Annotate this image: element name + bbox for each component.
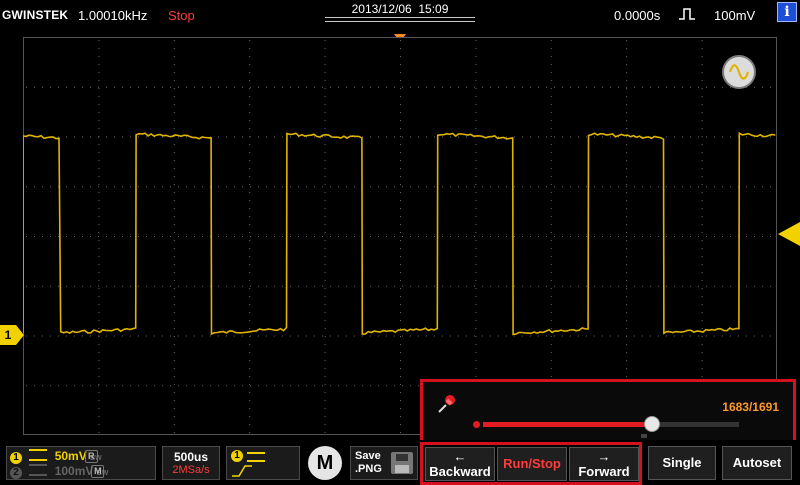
channel-1-scale: 50mV [54,449,87,463]
graticule [23,37,777,435]
rising-edge-icon [232,465,252,477]
slider-start-dot [473,421,480,428]
timebase-panel[interactable]: 500us 2MSa/s [162,446,220,480]
memory-bar [325,17,475,22]
run-stop-button[interactable]: Run/Stop [497,447,567,481]
status-bar: GWINSTEK 1.00010kHz Stop 2013/12/06 15:0… [0,0,800,32]
ref-icon[interactable]: R [84,450,98,463]
trigger-source-badge: 1 [231,450,243,462]
channel-1-trace [23,131,776,336]
svg-text:1: 1 [5,328,12,342]
playback-slider-fill [483,422,652,427]
save-label: Save [355,450,381,462]
date-time: 2013/12/06 15:09 [325,2,475,22]
playback-panel: 1683/1691 [420,379,796,445]
brand-logo: GWINSTEK [2,8,69,22]
single-button[interactable]: Single [648,446,716,480]
horizontal-position-readout: 0.0000s [614,8,661,23]
arrow-left-icon: ← [453,449,467,464]
playback-slider-track[interactable] [483,422,739,427]
backward-label: Backward [429,464,491,479]
dc-coupling-icon [247,452,265,462]
waveform-menu-button[interactable] [722,55,756,89]
sample-rate: 2MSa/s [172,464,210,476]
frequency-readout: 1.00010kHz [78,8,148,23]
dc-coupling-icon [29,449,48,461]
channel-1-row[interactable]: 1 50mV BW R [10,449,102,465]
timebase-scale: 500us [173,450,209,464]
backward-button[interactable]: ← Backward [425,447,495,481]
math-icon[interactable]: M [91,465,105,478]
playback-nav-group: ← Backward Run/Stop → Forward [420,442,642,485]
channel-1-badge: 1 [10,452,22,464]
trigger-level-marker[interactable] [776,222,800,246]
date: 2013/12/06 [351,2,412,16]
info-button[interactable]: i [777,2,797,22]
channel-2-row[interactable]: 2 100mV BW M [10,464,108,480]
playback-slider-thumb[interactable] [644,416,661,432]
channel-1-ground-marker[interactable]: 1 [0,325,26,345]
forward-button[interactable]: → Forward [569,447,639,481]
channel-settings-panel[interactable]: 1 50mV BW R 2 100mV BW M [6,446,156,480]
waveform-display[interactable] [23,37,777,435]
save-png-button[interactable]: Save .PNG [350,446,418,480]
dc-coupling-icon [29,464,48,476]
trigger-panel[interactable]: 1 [226,446,300,480]
math-button[interactable]: M [308,446,342,480]
save-format: .PNG [355,463,382,475]
arrow-right-icon: → [597,449,611,464]
pin-icon[interactable] [437,394,457,414]
trigger-edge-icon [679,8,695,20]
floppy-disk-icon [391,452,413,474]
acquisition-state: Stop [168,8,195,23]
channel-2-badge: 2 [10,467,22,479]
slider-marker [641,434,647,438]
frame-counter: 1683/1691 [722,400,779,414]
time: 15:09 [418,2,449,16]
autoset-button[interactable]: Autoset [722,446,792,480]
forward-label: Forward [578,464,630,479]
channel-2-scale: 100mV [54,464,94,478]
trigger-level-readout: 100mV [714,8,756,23]
sine-wave-icon [728,64,750,80]
